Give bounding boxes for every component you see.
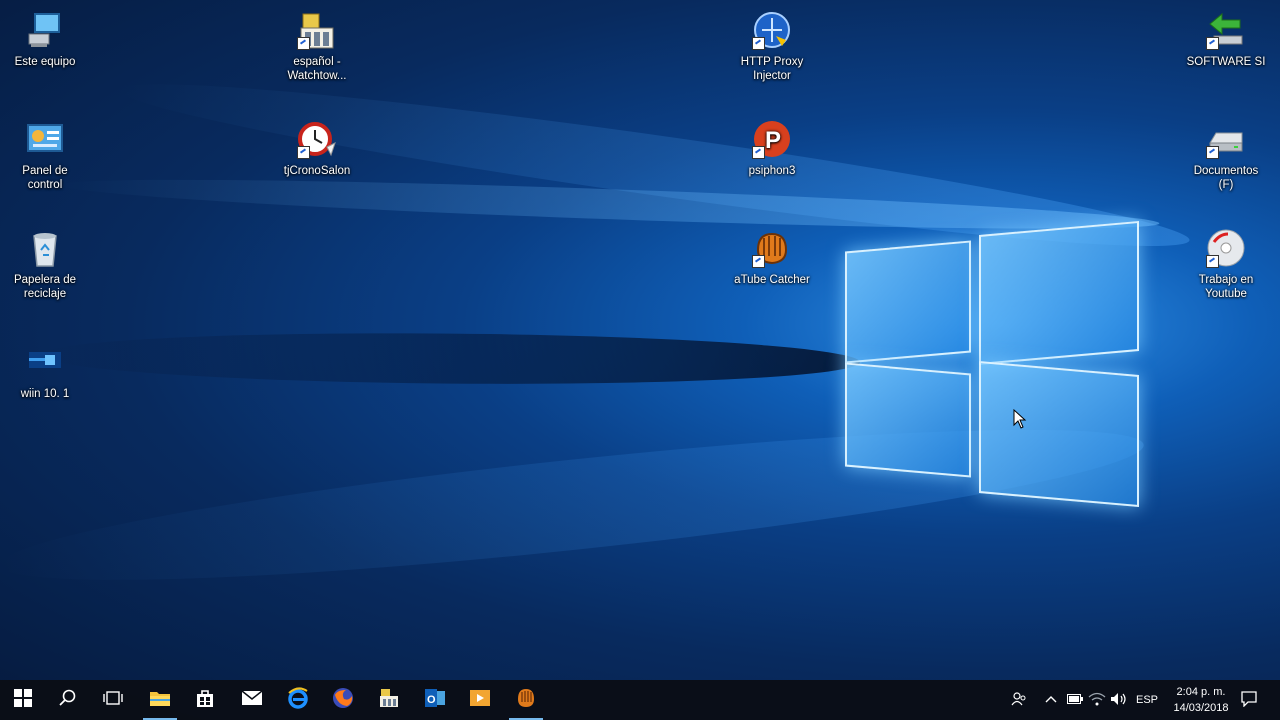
battery-button[interactable]	[1064, 680, 1086, 720]
network-button[interactable]	[1086, 680, 1108, 720]
input-language-button[interactable]: ESP	[1132, 680, 1162, 720]
task-view-icon	[103, 690, 123, 711]
icon-label: Trabajo en Youtube	[1198, 274, 1254, 300]
desktop-icon-atube-catcher[interactable]: aTube Catcher	[731, 228, 813, 287]
http-proxy-injector-icon	[752, 10, 792, 50]
icon-label: Panel de control	[22, 165, 68, 191]
wifi-icon	[1088, 692, 1106, 709]
icon-label: Este equipo	[14, 56, 76, 68]
search-icon	[59, 689, 77, 712]
icon-label: aTube Catcher	[734, 274, 810, 286]
psiphon-icon: P	[752, 119, 792, 159]
desktop-icon-este-equipo[interactable]: Este equipo	[4, 10, 86, 69]
chevron-up-icon	[1045, 694, 1057, 706]
desktop-icon-trabajo-en-youtube[interactable]: Trabajo en Youtube	[1185, 228, 1267, 301]
taskbar: O ESP 2:04 p. m. 14/03/2018	[0, 680, 1280, 720]
volume-button[interactable]	[1108, 680, 1130, 720]
media-player-button[interactable]	[457, 680, 503, 720]
desktop-icon-wiin[interactable]: wiin 10. 1	[4, 342, 86, 401]
battery-icon	[1067, 693, 1083, 707]
clock-time: 2:04 p. m.	[1176, 686, 1226, 698]
windows-logo-pane	[845, 362, 971, 478]
icon-label: wiin 10. 1	[20, 388, 70, 400]
disc-icon	[1206, 228, 1246, 268]
store-button[interactable]	[182, 680, 228, 720]
icon-label: Documentos (F)	[1193, 165, 1259, 191]
windows-logo-pane	[979, 221, 1139, 365]
mail-icon	[241, 689, 263, 711]
edge-button[interactable]	[275, 680, 321, 720]
desktop-icon-papelera[interactable]: Papelera de reciclaje	[4, 228, 86, 301]
atube-catcher-icon	[515, 687, 537, 714]
show-hidden-icons-button[interactable]	[1040, 680, 1062, 720]
watchtower-library-icon	[297, 10, 337, 50]
clock-date: 14/03/2018	[1173, 702, 1229, 714]
search-button[interactable]	[45, 680, 91, 720]
windows-logo-pane	[979, 361, 1139, 507]
desktop-icon-documentos[interactable]: Documentos (F)	[1185, 119, 1267, 192]
action-center-button[interactable]	[1234, 680, 1264, 720]
green-arrow-icon	[1206, 10, 1246, 50]
outlook-icon: O	[424, 687, 446, 714]
firefox-button[interactable]	[320, 680, 366, 720]
notification-icon	[1241, 690, 1257, 710]
icon-label: tjCronoSalon	[283, 165, 351, 177]
task-view-button[interactable]	[90, 680, 136, 720]
watchtower-button[interactable]	[366, 680, 412, 720]
atube-catcher-icon	[752, 228, 792, 268]
icon-label: español - Watchtow...	[287, 56, 347, 82]
icon-label: SOFTWARE SI	[1186, 56, 1266, 68]
recycle-bin-icon	[25, 228, 65, 268]
store-bag-icon	[195, 688, 215, 713]
media-player-icon	[469, 687, 491, 714]
icon-label: psiphon3	[748, 165, 796, 177]
clock-button[interactable]: 2:04 p. m. 14/03/2018	[1166, 684, 1236, 716]
desktop-icon-panel-de-control[interactable]: Panel de control	[4, 119, 86, 192]
atube-button[interactable]	[503, 680, 549, 720]
icon-label: HTTP Proxy Injector	[740, 56, 804, 82]
folder-icon	[149, 689, 171, 712]
desktop-icon-tjcronosalon[interactable]: tjCronoSalon	[276, 119, 358, 178]
control-panel-icon	[25, 119, 65, 159]
alarm-clock-icon	[297, 119, 337, 159]
svg-text:O: O	[427, 694, 436, 706]
windows-logo-pane	[845, 240, 971, 364]
svg-text:P: P	[765, 127, 781, 154]
icon-label: Papelera de reciclaje	[13, 274, 77, 300]
language-label: ESP	[1135, 694, 1158, 706]
people-icon	[1011, 691, 1027, 710]
desktop-icon-software-si[interactable]: SOFTWARE SI	[1185, 10, 1267, 69]
desktop-icon-psiphon3[interactable]: P psiphon3	[731, 119, 813, 178]
drive-icon	[1206, 119, 1246, 159]
mail-button[interactable]	[229, 680, 275, 720]
start-button[interactable]	[0, 680, 46, 720]
firefox-icon	[332, 687, 354, 714]
desktop-wallpaper	[0, 0, 1280, 720]
watchtower-library-icon	[378, 687, 400, 714]
file-explorer-button[interactable]	[137, 680, 183, 720]
desktop-icon-http-proxy-injector[interactable]: HTTP Proxy Injector	[731, 10, 813, 83]
windows-image-icon	[25, 342, 65, 382]
computer-icon	[25, 10, 65, 50]
desktop-icon-watchtower[interactable]: español - Watchtow...	[276, 10, 358, 83]
outlook-button[interactable]: O	[412, 680, 458, 720]
internet-explorer-icon	[287, 686, 309, 714]
windows-logo-icon	[14, 688, 32, 712]
people-button[interactable]	[1006, 680, 1032, 720]
volume-icon	[1110, 692, 1128, 709]
